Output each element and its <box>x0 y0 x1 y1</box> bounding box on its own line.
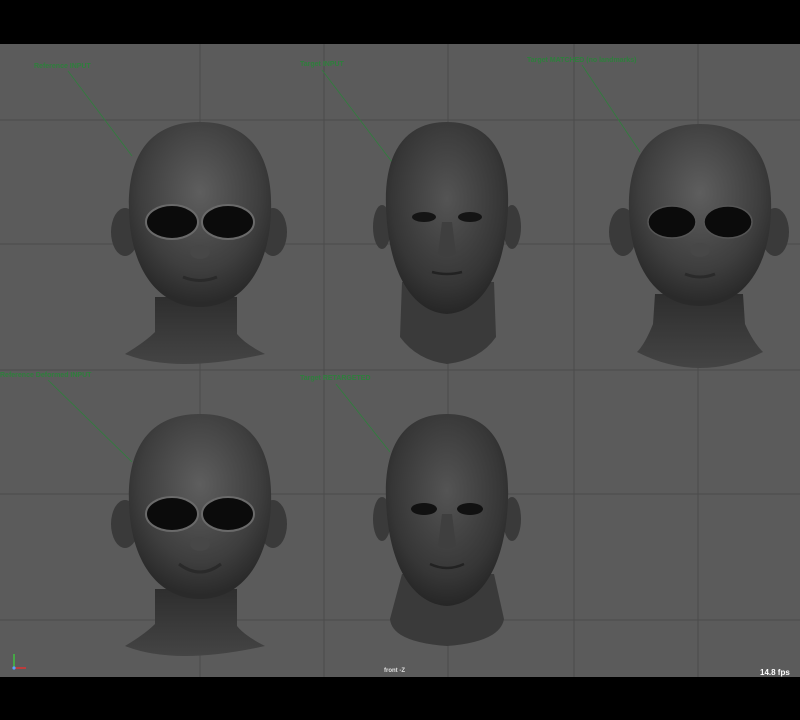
annotation-reference-deformed: Reference Deformed INPUT <box>0 372 92 379</box>
view-axis-icon <box>12 654 26 670</box>
annotation-target-retargeted: Target RETARGETED <box>300 375 371 382</box>
target-matched-head[interactable] <box>605 124 795 374</box>
target-retargeted-head[interactable] <box>372 414 522 664</box>
reference-deformed-head[interactable] <box>105 414 295 669</box>
reference-input-head[interactable] <box>105 122 295 377</box>
annotation-target-matched: Target MATCHED (no landmarks) <box>527 57 637 64</box>
fps-readout: 14.8 fps <box>760 668 790 677</box>
maya-front-viewport[interactable]: Reference INPUT Target INPUT Target MATC… <box>0 44 800 677</box>
annotation-target-input: Target INPUT <box>300 61 344 68</box>
camera-label: front -Z <box>384 668 405 674</box>
annotation-reference-input: Reference INPUT <box>34 63 91 70</box>
target-input-head[interactable] <box>372 122 522 372</box>
